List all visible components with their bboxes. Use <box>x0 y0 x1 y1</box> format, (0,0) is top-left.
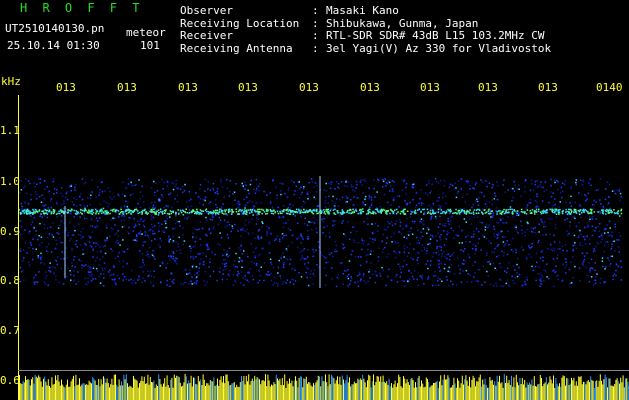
x-tick: 013 <box>360 81 380 94</box>
program-title: H R O F F T <box>20 1 144 15</box>
spectrogram-plot <box>18 176 629 400</box>
bottom-noise <box>19 374 629 400</box>
y-unit-label: kHz <box>1 75 21 88</box>
x-tick: 013 <box>117 81 137 94</box>
x-tick: 013 <box>56 81 76 94</box>
x-tick: 013 <box>299 81 319 94</box>
x-tick: 013 <box>178 81 198 94</box>
x-tick: 013 <box>478 81 498 94</box>
y-tick: 0.8 <box>0 274 20 287</box>
station-label: Receiving Antenna <box>180 41 293 55</box>
station-value: Masaki Kano <box>326 4 399 17</box>
noise-baseline <box>18 370 629 371</box>
date-time: 25.10.14 01:30 <box>7 39 100 52</box>
x-tick: 013 <box>420 81 440 94</box>
x-tick: 013 <box>238 81 258 94</box>
meteor-count: 101 <box>140 39 160 52</box>
file-name: UT2510140130.pn <box>5 22 105 35</box>
y-tick: 0.6 <box>0 374 20 387</box>
x-tick: 0140 <box>596 81 623 94</box>
mode-label: meteor <box>126 26 166 39</box>
y-axis-line <box>18 95 19 400</box>
y-tick: 1.1 <box>0 124 20 137</box>
y-tick: 0.7 <box>0 324 20 337</box>
station-label: Observer <box>180 4 233 17</box>
station-label: Receiver <box>180 29 233 42</box>
station-value: 3el Yagi(V) Az 330 for Vladivostok <box>326 41 552 55</box>
y-tick: 1.0 <box>0 175 20 188</box>
y-tick: 0.9 <box>0 225 20 238</box>
station-value: RTL-SDR SDR# 43dB L15 103.2MHz CW <box>326 29 545 42</box>
x-tick: 013 <box>538 81 558 94</box>
